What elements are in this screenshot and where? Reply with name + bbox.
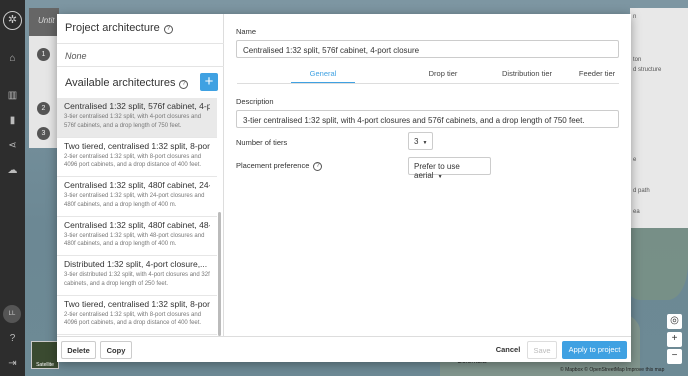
tab-general[interactable]: General — [291, 69, 355, 83]
name-field[interactable]: Centralised 1:32 split, 576f cabinet, 4-… — [236, 40, 619, 58]
layers-text: ea — [633, 209, 640, 215]
avatar[interactable]: LL — [3, 305, 21, 323]
help-icon[interactable]: ? — [163, 25, 173, 34]
section-title: Project architecture — [65, 22, 160, 34]
layers-text: e — [633, 157, 637, 163]
layers-text: n — [633, 14, 637, 20]
placement-select[interactable]: Prefer to use aerial ▼ — [408, 157, 491, 180]
architecture-sidebar: Project architecture? None Available arc… — [57, 14, 224, 336]
nav-rail: ✲ ⌂ ▥ ▮ ⋖ ☁ LL ? ⇥ — [0, 0, 25, 376]
help-icon[interactable]: ? — [313, 162, 323, 171]
item-description: 3-tier distributed 1:32 split, with 4-po… — [64, 272, 210, 287]
map-attribution[interactable]: © Mapbox © OpenStreetMap Improve this ma… — [560, 367, 664, 373]
item-title: Distributed 1:32 split, 4-port closure,.… — [64, 259, 208, 269]
list-item[interactable]: Two tiered, centralised 1:32 split, 8-po… — [57, 296, 217, 335]
tiers-value: 3 — [414, 137, 419, 146]
item-title: Centralised 1:32 split, 480f cabinet, 48… — [64, 219, 210, 230]
item-title: Two tiered, centralised 1:32 split, 8-po… — [64, 298, 210, 309]
tab-drop-tier[interactable]: Drop tier — [423, 69, 463, 78]
item-description: 2-tier centralised 1:32 split, with 8-po… — [64, 153, 202, 169]
tab-bar: General Drop tier Distribution tier Feed… — [237, 65, 619, 84]
step-number[interactable]: 1 — [37, 48, 50, 61]
help-icon[interactable]: ? — [179, 80, 189, 89]
item-title: Centralised 1:32 split, 480f cabinet, 24… — [64, 180, 210, 190]
layers-text: d structure — [633, 67, 662, 73]
list-item[interactable]: Two tiered, centralised 1:32 split, 8-po… — [57, 138, 217, 177]
caret-down-icon: ▼ — [422, 140, 428, 146]
zoom-out-button[interactable]: − — [667, 349, 682, 364]
project-architecture-title: Project architecture? — [65, 22, 173, 34]
architecture-list: Centralised 1:32 split, 576f cabinet, 4-… — [57, 98, 217, 336]
placement-value: Prefer to use aerial — [414, 162, 460, 180]
list-item[interactable]: Centralised 1:32 split, 576f cabinet, 4-… — [57, 98, 217, 138]
step-number[interactable]: 2 — [37, 102, 50, 115]
project-title: Untit — [29, 8, 59, 36]
apply-to-project-button[interactable]: Apply to project — [562, 341, 627, 359]
logout-icon[interactable]: ⇥ — [0, 358, 25, 369]
current-architecture: None — [57, 43, 224, 67]
item-title: Centralised 1:32 split, 576f cabinet, 4-… — [64, 101, 210, 111]
tab-distribution-tier[interactable]: Distribution tier — [487, 69, 567, 78]
cloud-upload-icon[interactable]: ☁ — [0, 165, 25, 176]
delete-button[interactable]: Delete — [61, 341, 96, 359]
caret-down-icon: ▼ — [437, 174, 443, 180]
zoom-in-button[interactable]: + — [667, 332, 682, 347]
description-field[interactable]: 3-tier centralised 1:32 split, with 4-po… — [236, 110, 619, 128]
available-architectures-title: Available architectures? — [65, 77, 189, 89]
app-logo-icon[interactable]: ✲ — [3, 11, 22, 30]
home-icon[interactable]: ⌂ — [0, 53, 25, 64]
list-item[interactable]: Centralised 1:32 split, 480f cabinet, 24… — [57, 177, 217, 217]
satellite-toggle[interactable]: Satellite — [31, 341, 59, 369]
item-description: 3-tier centralised 1:32 split, with 24-p… — [64, 193, 205, 208]
description-label: Description — [236, 97, 274, 106]
layers-text: d path — [633, 188, 650, 194]
item-description: 3-tier centralised 1:32 split, with 4-po… — [64, 114, 202, 129]
layers-panel: n ton d structure e d path ea — [630, 8, 688, 228]
list-item[interactable]: Distributed 1:32 split, 4-port closure,.… — [57, 256, 217, 296]
list-scrollbar[interactable] — [218, 212, 221, 336]
tab-feeder-tier[interactable]: Feeder tier — [575, 69, 619, 78]
tiers-label: Number of tiers — [236, 138, 288, 147]
map-icon[interactable]: ▥ — [0, 90, 25, 101]
modal-footer: Delete Copy Cancel Save Apply to project — [57, 336, 631, 362]
save-button[interactable]: Save — [527, 341, 557, 359]
copy-button[interactable]: Copy — [100, 341, 132, 359]
share-icon[interactable]: ⋖ — [0, 140, 25, 151]
item-title: Two tiered, centralised 1:32 split, 8-po… — [64, 140, 210, 151]
locate-icon[interactable]: ◎ — [667, 314, 682, 329]
placement-label-text: Placement preference — [236, 161, 310, 170]
name-label: Name — [236, 27, 257, 36]
cancel-button[interactable]: Cancel — [491, 341, 525, 359]
tiers-select[interactable]: 3 ▼ — [408, 132, 433, 150]
project-panel: Untit 1 2 3 — [29, 8, 59, 148]
layers-text: ton — [633, 57, 642, 63]
section-title: Available architectures — [65, 77, 176, 89]
placement-label: Placement preference? — [236, 161, 323, 171]
list-item[interactable]: Centralised 1:32 split, 480f cabinet, 48… — [57, 217, 217, 256]
item-description: 3-tier centralised 1:32 split, with 48-p… — [64, 232, 205, 248]
add-architecture-button[interactable]: + — [200, 73, 218, 91]
step-number[interactable]: 3 — [37, 127, 50, 140]
architecture-modal: Project architecture? None Available arc… — [57, 14, 631, 362]
help-icon[interactable]: ? — [0, 333, 25, 344]
item-description: 2-tier centralised 1:32 split, with 8-po… — [64, 311, 202, 327]
chart-icon[interactable]: ▮ — [0, 115, 25, 126]
